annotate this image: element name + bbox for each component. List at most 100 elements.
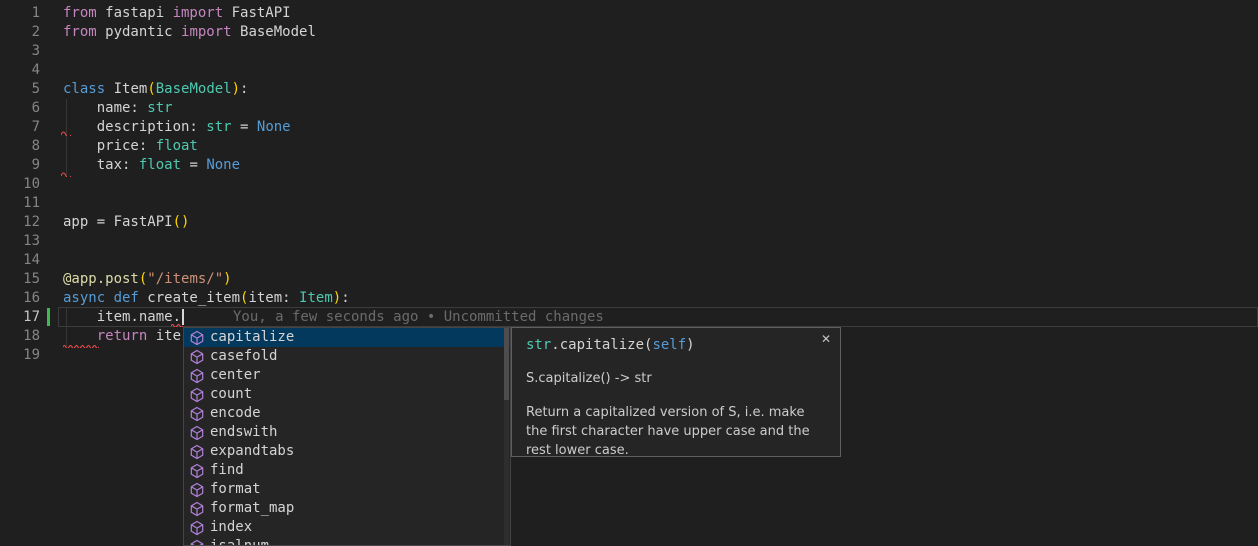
code-token: item.name. <box>63 309 181 325</box>
suggestion-item-expandtabs[interactable]: expandtabs <box>184 442 510 461</box>
suggestion-item-find[interactable]: find <box>184 461 510 480</box>
suggestion-label: encode <box>210 404 261 423</box>
symbol-method-icon <box>189 387 205 403</box>
code-line-content: async def create_item(item: Item): <box>58 289 350 308</box>
symbol-method-icon <box>189 482 205 498</box>
code-token: fastapi <box>97 5 173 21</box>
code-token: create_item <box>139 290 240 306</box>
line-number[interactable]: 7 <box>0 118 58 137</box>
line-number[interactable]: 6 <box>0 99 58 118</box>
code-token: app = FastAPI <box>63 214 173 230</box>
code-token: BaseModel <box>156 81 232 97</box>
line-number[interactable]: 3 <box>0 42 58 61</box>
close-icon[interactable]: ✕ <box>821 332 831 346</box>
code-line-content: price: float <box>58 137 198 156</box>
code-line-3[interactable]: 3 <box>0 42 1258 61</box>
suggestion-item-format[interactable]: format <box>184 480 510 499</box>
code-line-content: tax: float = None <box>58 156 240 175</box>
code-line-content: from fastapi import FastAPI <box>58 4 291 23</box>
suggestion-item-endswith[interactable]: endswith <box>184 423 510 442</box>
code-token: = <box>232 119 257 135</box>
code-line-content <box>58 251 63 270</box>
code-line-8[interactable]: 8 price: float <box>0 137 1258 156</box>
code-token: description: <box>63 119 206 135</box>
code-editor: { "colors": { "editorBg": "#1f1f1f", "fg… <box>0 0 1258 546</box>
symbol-method-icon <box>189 406 205 422</box>
code-line-9[interactable]: 9 tax: float = None <box>0 156 1258 175</box>
suggestion-item-isalnum[interactable]: isalnum <box>184 537 510 546</box>
line-number[interactable]: 1 <box>0 4 58 23</box>
symbol-method-icon <box>189 425 205 441</box>
code-line-11[interactable]: 11 <box>0 194 1258 213</box>
line-number[interactable]: 11 <box>0 194 58 213</box>
code-token: pydantic <box>97 24 181 40</box>
code-line-content <box>58 42 63 61</box>
code-area[interactable]: 1from fastapi import FastAPI2from pydant… <box>0 4 1258 365</box>
code-token: : <box>341 290 349 306</box>
code-line-content: class Item(BaseModel): <box>58 80 248 99</box>
code-token: ) <box>223 271 231 287</box>
code-token: str <box>147 100 172 116</box>
code-line-7[interactable]: 7 description: str = None <box>0 118 1258 137</box>
line-number[interactable]: 5 <box>0 80 58 99</box>
code-line-10[interactable]: 10 <box>0 175 1258 194</box>
suggestion-label: find <box>210 461 244 480</box>
code-line-content: name: str <box>58 99 173 118</box>
code-line-4[interactable]: 4 <box>0 61 1258 80</box>
suggest-scrollbar[interactable] <box>504 328 509 545</box>
line-number[interactable]: 2 <box>0 23 58 42</box>
suggestion-item-format_map[interactable]: format_map <box>184 499 510 518</box>
suggestion-item-center[interactable]: center <box>184 366 510 385</box>
code-line-15[interactable]: 15@app.post("/items/") <box>0 270 1258 289</box>
code-line-17[interactable]: 17 item.name. <box>0 308 1258 327</box>
code-token: price: <box>63 138 156 154</box>
code-line-content <box>58 194 63 213</box>
code-line-content: @app.post("/items/") <box>58 270 232 289</box>
code-token: () <box>173 214 190 230</box>
line-number[interactable]: 13 <box>0 232 58 251</box>
line-number[interactable]: 16 <box>0 289 58 308</box>
scrollbar-thumb[interactable] <box>504 328 509 400</box>
code-token: import <box>181 24 232 40</box>
code-token: float <box>139 157 181 173</box>
code-line-content <box>58 232 63 251</box>
line-number[interactable]: 10 <box>0 175 58 194</box>
code-token: None <box>206 157 240 173</box>
code-line-12[interactable]: 12app = FastAPI() <box>0 213 1258 232</box>
code-token: FastAPI <box>223 5 290 21</box>
line-number[interactable]: 12 <box>0 213 58 232</box>
line-number[interactable]: 4 <box>0 61 58 80</box>
suggestion-item-capitalize[interactable]: capitalize <box>184 328 510 347</box>
suggestion-item-encode[interactable]: encode <box>184 404 510 423</box>
code-line-2[interactable]: 2from pydantic import BaseModel <box>0 23 1258 42</box>
code-line-14[interactable]: 14 <box>0 251 1258 270</box>
code-token: @app.post <box>63 271 139 287</box>
suggestion-item-index[interactable]: index <box>184 518 510 537</box>
code-line-5[interactable]: 5class Item(BaseModel): <box>0 80 1258 99</box>
code-line-13[interactable]: 13 <box>0 232 1258 251</box>
code-token: ) <box>232 81 240 97</box>
symbol-method-icon <box>189 520 205 536</box>
gutter-modified-indicator <box>47 308 50 326</box>
line-number[interactable]: 14 <box>0 251 58 270</box>
code-token: ( <box>147 81 155 97</box>
method-description: Return a capitalized version of S, i.e. … <box>526 403 828 460</box>
code-line-content: app = FastAPI() <box>58 213 189 232</box>
code-token: = <box>181 157 206 173</box>
line-number[interactable]: 9 <box>0 156 58 175</box>
line-number[interactable]: 8 <box>0 137 58 156</box>
line-number[interactable]: 15 <box>0 270 58 289</box>
code-token: import <box>173 5 224 21</box>
symbol-method-icon <box>189 444 205 460</box>
code-line-6[interactable]: 6 name: str <box>0 99 1258 118</box>
suggestion-item-count[interactable]: count <box>184 385 510 404</box>
code-line-16[interactable]: 16async def create_item(item: Item): <box>0 289 1258 308</box>
suggestion-item-casefold[interactable]: casefold <box>184 347 510 366</box>
code-token: name: <box>63 100 147 116</box>
line-number[interactable]: 18 <box>0 327 58 346</box>
line-number[interactable]: 19 <box>0 346 58 365</box>
suggestion-label: expandtabs <box>210 442 294 461</box>
code-line-1[interactable]: 1from fastapi import FastAPI <box>0 4 1258 23</box>
git-blame-annotation: You, a few seconds ago • Uncommitted cha… <box>233 308 604 327</box>
code-line-content: item.name. <box>58 308 181 327</box>
